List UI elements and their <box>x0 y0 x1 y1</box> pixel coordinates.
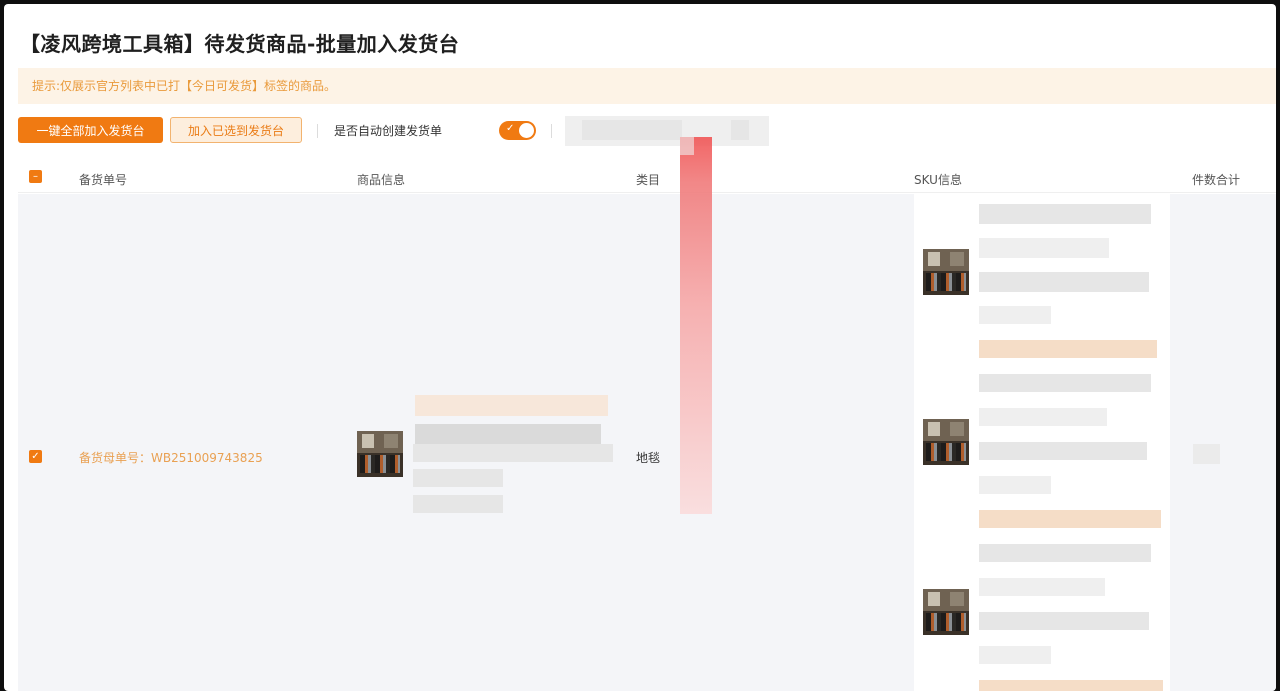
toolbar-divider <box>317 124 318 138</box>
redacted-sku-line <box>979 646 1051 664</box>
sku-info-panel <box>914 194 1170 691</box>
redacted-sku-line <box>979 306 1051 324</box>
batch-add-dialog: 【凌风跨境工具箱】待发货商品-批量加入发货台 提示:仅展示官方列表中已打【今日可… <box>4 4 1276 691</box>
indeterminate-checkbox-icon[interactable]: – <box>29 170 42 183</box>
notice-banner: 提示:仅展示官方列表中已打【今日可发货】标签的商品。 <box>18 68 1276 104</box>
redacted-product-meta <box>413 495 503 513</box>
add-selected-button[interactable]: 加入已选到发货台 <box>170 117 302 143</box>
redacted-sku-line <box>979 374 1151 392</box>
column-header-product-info: 商品信息 <box>357 173 406 187</box>
column-header-total-qty: 件数合计 <box>1192 173 1241 187</box>
sku-thumbnail[interactable] <box>923 589 969 635</box>
redacted-total-qty <box>1193 444 1220 464</box>
redacted-sku-line <box>979 578 1105 596</box>
product-thumbnail[interactable] <box>357 431 403 477</box>
column-header-order-no: 备货单号 <box>79 173 128 187</box>
redacted-sku-line <box>979 680 1163 691</box>
auto-create-toggle[interactable]: ✓ <box>499 121 536 140</box>
order-number: 备货母单号：WB251009743825 <box>79 451 263 465</box>
checked-checkbox-icon[interactable]: ✓ <box>29 450 42 463</box>
category-value: 地毯 <box>636 451 661 465</box>
redacted-sku-line <box>979 476 1051 494</box>
redacted-sku-line <box>979 238 1109 258</box>
redaction-overlay <box>680 137 694 155</box>
redacted-product-title <box>413 444 613 462</box>
table-header: – 备货单号 商品信息 类目 SKU信息 件数合计 <box>18 159 1276 193</box>
redacted-product-meta <box>413 469 503 487</box>
redacted-sku-line <box>979 544 1151 562</box>
redacted-sku-line <box>979 408 1107 426</box>
column-header-category: 类目 <box>636 173 661 187</box>
check-icon: ✓ <box>506 123 515 134</box>
toolbar-divider-2 <box>551 124 552 138</box>
sku-thumbnail[interactable] <box>923 419 969 465</box>
redacted-product-title <box>415 424 601 444</box>
redacted-sku-line <box>979 204 1151 224</box>
auto-create-label: 是否自动创建发货单 <box>334 124 443 138</box>
redacted-sku-line <box>979 340 1157 358</box>
redacted-sku-line <box>979 510 1161 528</box>
redacted-sku-line <box>979 442 1147 460</box>
redacted-product-title <box>415 395 608 416</box>
table-row: ✓ 备货母单号：WB251009743825 地毯 <box>18 194 1276 691</box>
toggle-knob <box>519 123 534 138</box>
redacted-area <box>731 120 749 140</box>
sku-thumbnail[interactable] <box>923 249 969 295</box>
redacted-sku-line <box>979 272 1149 292</box>
dialog-title: 【凌风跨境工具箱】待发货商品-批量加入发货台 <box>20 32 460 56</box>
column-header-sku-info: SKU信息 <box>914 173 962 187</box>
redacted-sku-line <box>979 612 1149 630</box>
redacted-area <box>582 120 682 140</box>
add-all-button[interactable]: 一键全部加入发货台 <box>18 117 163 143</box>
redaction-overlay <box>680 137 712 514</box>
